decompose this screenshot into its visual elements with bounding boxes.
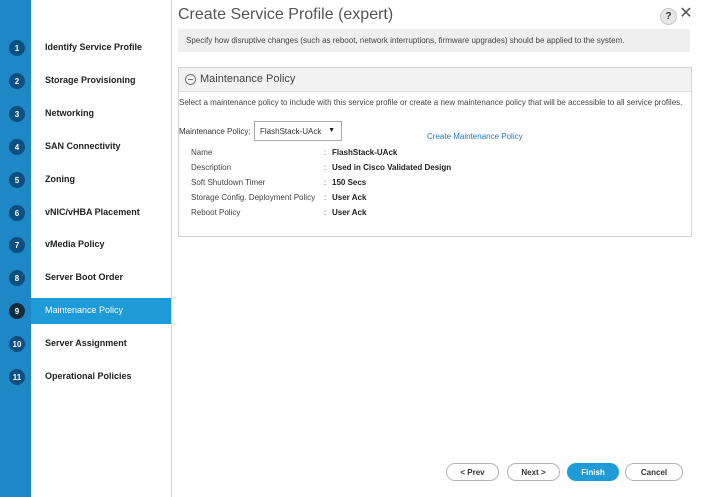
info-banner: Specify how disruptive changes (such as … <box>178 29 690 52</box>
detail-colon: : <box>324 148 327 157</box>
detail-value: 150 Secs <box>332 178 367 187</box>
step-label: Server Boot Order <box>45 272 124 282</box>
detail-key: Soft Shutdown Timer <box>191 178 266 187</box>
step-number: 8 <box>9 270 25 286</box>
help-icon[interactable]: ? <box>660 8 677 25</box>
step-label: Networking <box>45 108 95 118</box>
detail-key: Reboot Policy <box>191 208 241 217</box>
close-icon[interactable]: ✕ <box>679 6 693 22</box>
detail-colon: : <box>324 193 327 202</box>
dropdown-caret-icon: ▼ <box>328 127 335 134</box>
detail-value: User Ack <box>332 208 367 217</box>
step-label: SAN Connectivity <box>45 141 121 151</box>
policy-select-label: Maintenance Policy: <box>179 127 251 136</box>
prev-button[interactable]: < Prev <box>446 463 499 481</box>
step-label: Zoning <box>45 174 75 184</box>
selected-policy-value: FlashStack-UAck <box>260 127 322 136</box>
detail-key: Storage Config. Deployment Policy <box>191 193 316 202</box>
detail-colon: : <box>324 208 327 217</box>
step-label: Maintenance Policy <box>45 305 124 315</box>
maintenance-policy-panel: Maintenance Policy Select a maintenance … <box>178 67 692 237</box>
step-label: Storage Provisioning <box>45 75 136 85</box>
step-label: Server Assignment <box>45 338 127 348</box>
step-number: 7 <box>9 237 25 253</box>
panel-header[interactable]: Maintenance Policy <box>179 68 691 92</box>
maintenance-policy-select[interactable]: FlashStack-UAck ▼ <box>254 121 342 141</box>
detail-value: Used in Cisco Validated Design <box>332 163 452 172</box>
step-number: 11 <box>9 369 25 385</box>
step-operational-policies[interactable]: 11 Operational Policies <box>0 364 171 390</box>
detail-key: Description <box>191 163 232 172</box>
step-server-assignment[interactable]: 10 Server Assignment <box>0 331 171 357</box>
step-vmedia-policy[interactable]: 7 vMedia Policy <box>0 232 171 258</box>
detail-value: FlashStack-UAck <box>332 148 398 157</box>
step-zoning[interactable]: 5 Zoning <box>0 167 171 193</box>
cancel-button[interactable]: Cancel <box>625 463 683 481</box>
step-vnic-vhba-placement[interactable]: 6 vNIC/vHBA Placement <box>0 200 171 226</box>
step-networking[interactable]: 3 Networking <box>0 101 171 127</box>
step-number: 1 <box>9 40 25 56</box>
step-label: vNIC/vHBA Placement <box>45 207 140 217</box>
step-label: Identify Service Profile <box>45 42 143 52</box>
step-number: 9 <box>9 303 25 319</box>
panel-description: Select a maintenance policy to include w… <box>179 98 683 107</box>
finish-button[interactable]: Finish <box>567 463 619 481</box>
dialog-title: Create Service Profile (expert) <box>178 6 394 23</box>
panel-title: Maintenance Policy <box>200 73 296 85</box>
detail-colon: : <box>324 163 327 172</box>
step-number: 2 <box>9 73 25 89</box>
step-label: vMedia Policy <box>45 239 105 249</box>
next-button[interactable]: Next > <box>507 463 560 481</box>
step-storage-provisioning[interactable]: 2 Storage Provisioning <box>0 68 171 94</box>
step-number: 3 <box>9 106 25 122</box>
detail-colon: : <box>324 178 327 187</box>
step-label: Operational Policies <box>45 371 132 381</box>
main-content: Create Service Profile (expert) ? ✕ Spec… <box>172 0 701 497</box>
detail-value: User Ack <box>332 193 367 202</box>
collapse-icon[interactable] <box>185 74 196 85</box>
step-number: 4 <box>9 139 25 155</box>
step-server-boot-order[interactable]: 8 Server Boot Order <box>0 265 171 291</box>
step-number: 10 <box>9 336 25 352</box>
step-maintenance-policy[interactable]: 9 Maintenance Policy <box>0 298 171 324</box>
step-san-connectivity[interactable]: 4 SAN Connectivity <box>0 134 171 160</box>
step-number: 6 <box>9 205 25 221</box>
step-number: 5 <box>9 172 25 188</box>
create-maintenance-policy-link[interactable]: Create Maintenance Policy <box>427 132 523 141</box>
detail-key: Name <box>191 148 213 157</box>
step-identify-service-profile[interactable]: 1 Identify Service Profile <box>0 35 171 61</box>
